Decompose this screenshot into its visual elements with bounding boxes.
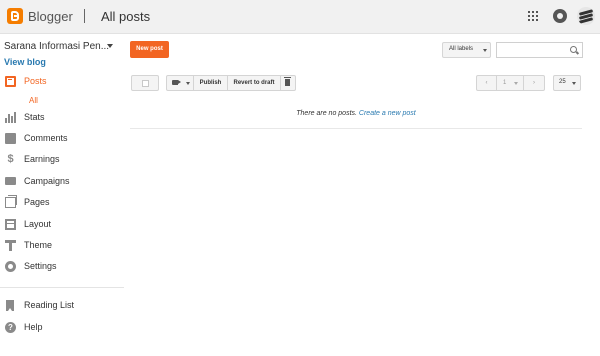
publish-button[interactable]: Publish xyxy=(194,76,228,90)
page-title: All posts xyxy=(101,9,151,24)
notifications-icon[interactable] xyxy=(553,9,567,23)
sidebar-item-theme[interactable]: Theme xyxy=(0,238,124,254)
labels-filter-value: All labels xyxy=(449,46,474,52)
tag-icon xyxy=(172,80,181,85)
view-blog-link[interactable]: View blog xyxy=(4,57,46,67)
gear-icon xyxy=(5,261,16,272)
header-divider xyxy=(84,9,85,23)
content-divider xyxy=(130,128,582,129)
search-field[interactable] xyxy=(496,42,583,62)
sidebar-item-label: Comments xyxy=(24,133,68,143)
sidebar-item-help[interactable]: ? Help xyxy=(0,320,124,336)
search-input[interactable] xyxy=(497,47,569,62)
sidebar-item-layout[interactable]: Layout xyxy=(0,217,124,233)
empty-state-message: There are no posts. Create a new post xyxy=(130,110,582,117)
sidebar-item-pages[interactable]: Pages xyxy=(0,195,124,211)
chevron-down-icon xyxy=(514,82,518,85)
sidebar-item-campaigns[interactable]: Campaigns xyxy=(0,174,124,190)
stats-icon xyxy=(5,112,16,123)
pagination: ‹ 1 › xyxy=(476,75,545,91)
sidebar-subitem-all[interactable]: All xyxy=(29,96,38,105)
chevron-down-icon xyxy=(186,82,190,85)
per-page-value: 25 xyxy=(559,79,566,85)
comments-icon xyxy=(5,133,16,144)
posts-icon xyxy=(5,76,16,87)
sidebar-item-label: Help xyxy=(24,322,43,332)
sidebar-item-label: Settings xyxy=(24,261,57,271)
blogger-logo-icon[interactable] xyxy=(7,8,23,24)
brand-name[interactable]: Blogger xyxy=(28,9,73,24)
avatar[interactable] xyxy=(577,7,595,25)
sidebar-item-posts[interactable]: Posts xyxy=(0,74,124,90)
trash-icon xyxy=(284,77,291,86)
chevron-down-icon xyxy=(483,49,487,52)
chevron-down-icon xyxy=(572,82,576,85)
sidebar-item-stats[interactable]: Stats xyxy=(0,110,124,126)
page-number: 1 xyxy=(503,80,507,86)
sidebar-item-label: Earnings xyxy=(24,154,60,164)
new-post-button[interactable]: New post xyxy=(130,41,169,58)
search-icon[interactable] xyxy=(570,46,577,53)
sidebar-item-label: Theme xyxy=(24,240,53,250)
sidebar-item-label: Reading List xyxy=(24,300,75,310)
select-all-checkbox[interactable] xyxy=(131,75,159,91)
top-bar: Blogger All posts xyxy=(0,0,600,34)
page-select[interactable]: 1 xyxy=(497,76,524,90)
bookmark-icon xyxy=(6,300,14,311)
next-page-button[interactable]: › xyxy=(524,76,544,90)
sidebar-item-reading-list[interactable]: Reading List xyxy=(0,298,124,314)
sidebar-item-earnings[interactable]: $ Earnings xyxy=(0,152,124,168)
per-page-dropdown[interactable]: 25 xyxy=(553,75,581,91)
sidebar-item-label: Campaigns xyxy=(24,176,70,186)
help-icon: ? xyxy=(5,322,16,333)
empty-state-text: There are no posts. xyxy=(296,110,357,117)
label-posts-button[interactable] xyxy=(167,76,194,90)
layout-icon xyxy=(5,219,16,230)
delete-button[interactable] xyxy=(281,76,295,90)
sidebar-item-label: Pages xyxy=(24,197,50,207)
sidebar-divider xyxy=(0,287,124,288)
sidebar-item-label: Posts xyxy=(24,76,47,86)
prev-page-button[interactable]: ‹ xyxy=(477,76,497,90)
labels-filter-dropdown[interactable]: All labels xyxy=(442,42,491,58)
blog-name[interactable]: Sarana Informasi Pen... xyxy=(4,41,109,52)
sidebar-item-label: Layout xyxy=(24,219,52,229)
revert-to-draft-button[interactable]: Revert to draft xyxy=(228,76,281,90)
bulk-actions-bar: Publish Revert to draft xyxy=(166,75,296,91)
create-new-post-link[interactable]: Create a new post xyxy=(359,110,416,117)
sidebar-item-comments[interactable]: Comments xyxy=(0,131,124,147)
sidebar-item-settings[interactable]: Settings xyxy=(0,259,124,275)
sidebar-item-label: Stats xyxy=(24,112,45,122)
dollar-icon: $ xyxy=(7,153,14,165)
campaigns-icon xyxy=(5,177,16,185)
chevron-down-icon[interactable] xyxy=(107,44,113,48)
apps-grid-icon[interactable] xyxy=(528,11,538,21)
theme-icon xyxy=(5,240,16,251)
pages-icon xyxy=(5,195,17,208)
